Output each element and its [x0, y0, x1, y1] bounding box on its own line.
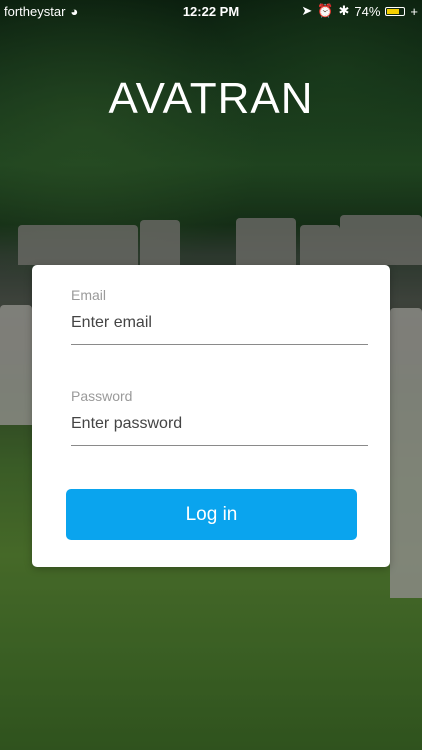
bluetooth-icon: ✱	[338, 3, 350, 18]
alarm-icon: ⏰	[317, 3, 334, 18]
charging-icon: +	[410, 3, 418, 19]
battery-percent: 74%	[354, 3, 381, 19]
battery-icon	[385, 6, 406, 16]
email-input[interactable]	[71, 303, 368, 345]
password-input[interactable]	[71, 404, 368, 446]
login-card: Email Password Log in	[32, 265, 390, 567]
email-label: Email	[71, 287, 107, 303]
email-field-group: Email	[71, 287, 368, 345]
password-label: Password	[71, 388, 133, 404]
password-field-group: Password	[71, 388, 368, 446]
login-button[interactable]: Log in	[66, 489, 357, 540]
carrier-label: fortheystar	[4, 3, 66, 19]
status-bar: fortheystar ◕ 12:22 PM ➤ ⏰ ✱ 74% +	[0, 0, 422, 22]
app-title: AVATRAN	[108, 74, 314, 123]
wifi-icon: ◕	[70, 3, 79, 19]
location-icon: ➤	[301, 3, 313, 18]
